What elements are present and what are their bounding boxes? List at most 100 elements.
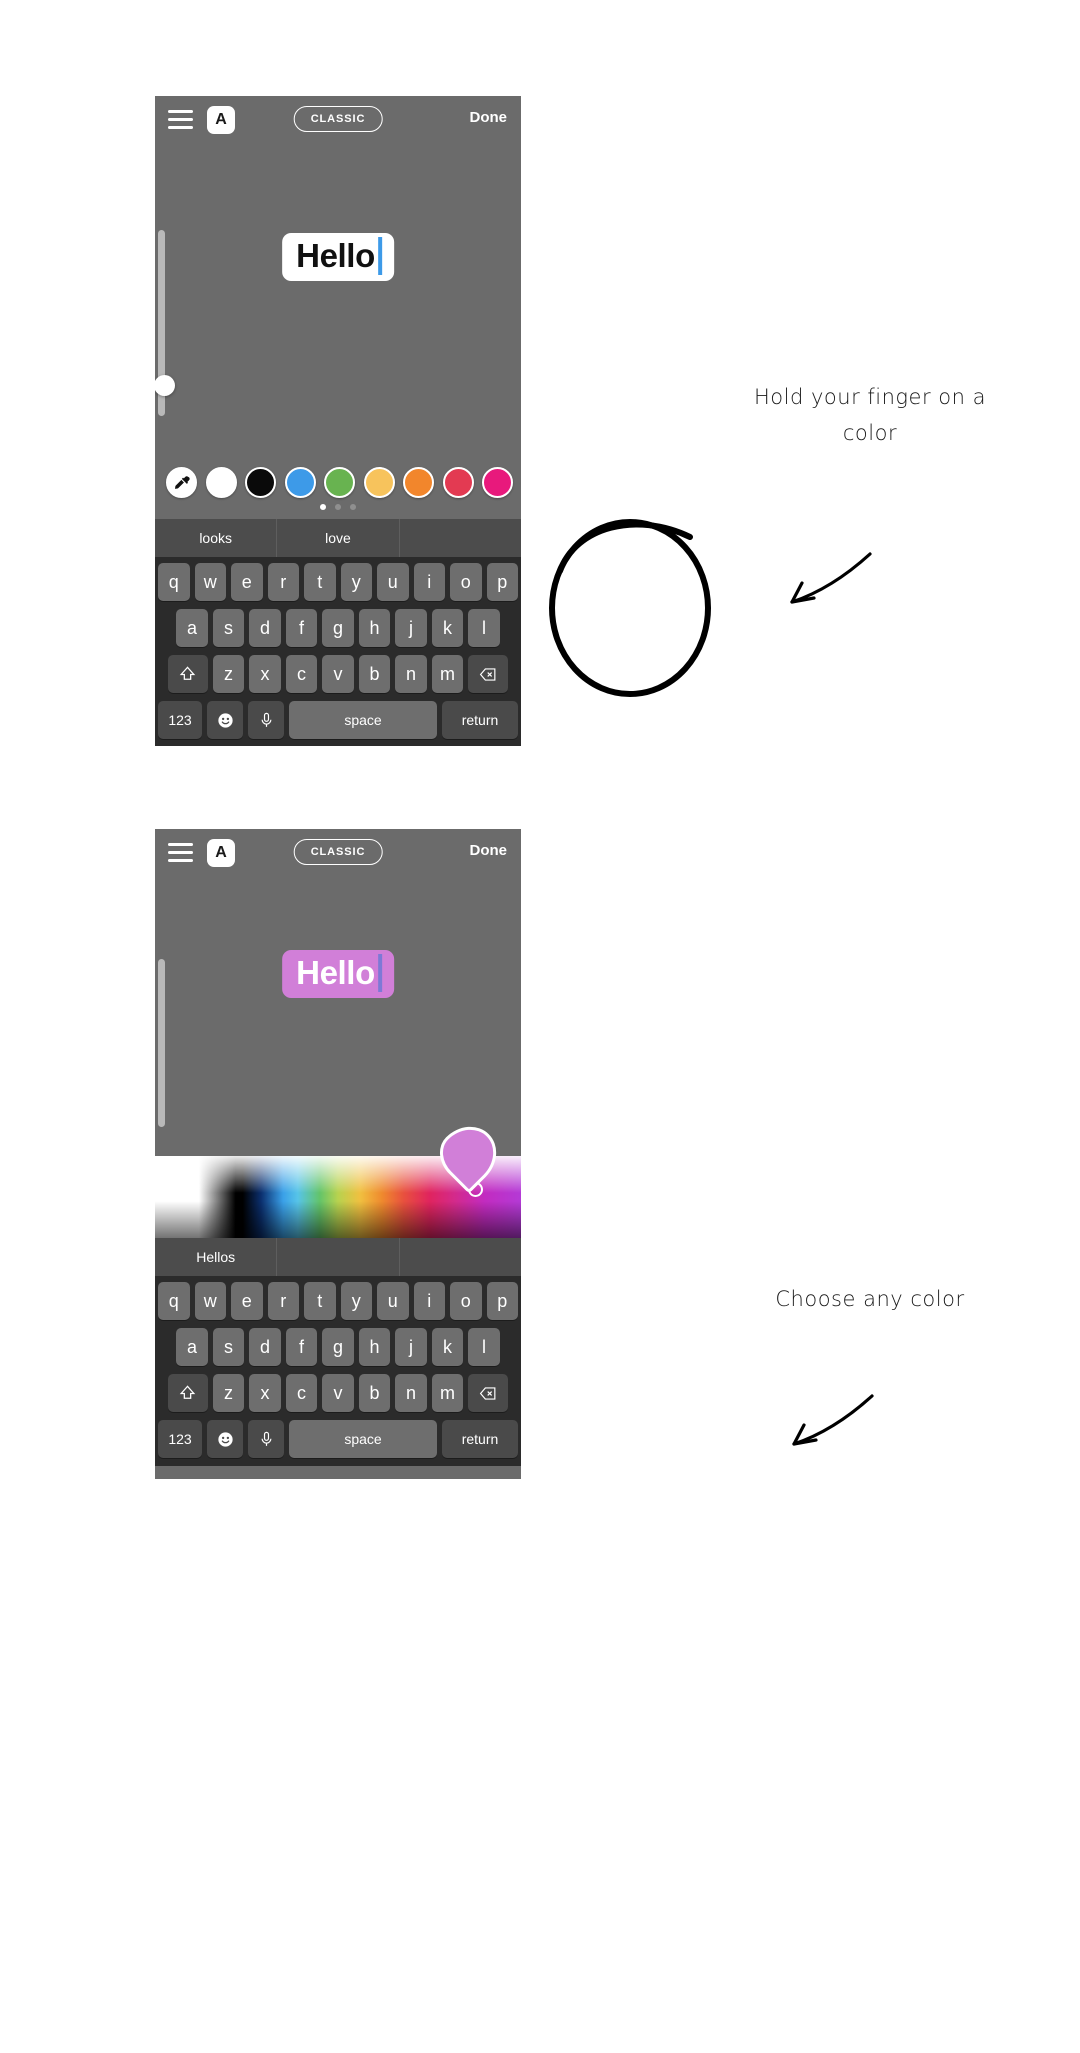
key-k[interactable]: k: [431, 609, 464, 647]
suggestion-item[interactable]: looks: [155, 519, 278, 557]
return-key[interactable]: return: [442, 1420, 518, 1458]
key-z[interactable]: z: [212, 655, 245, 693]
swatch-black[interactable]: [245, 467, 276, 498]
swatch-white[interactable]: [205, 467, 237, 498]
key-f[interactable]: f: [285, 1328, 318, 1366]
key-l[interactable]: l: [468, 1328, 500, 1366]
microphone-icon[interactable]: [248, 1420, 284, 1458]
key-e[interactable]: e: [231, 563, 263, 601]
swatch-yellow[interactable]: [363, 467, 395, 498]
space-key[interactable]: space: [289, 701, 437, 739]
text-style-pill-classic[interactable]: CLASSIC: [293, 839, 383, 865]
suggestion-item[interactable]: [400, 1238, 521, 1276]
swatch-blue[interactable]: [284, 467, 316, 498]
suggestion-item[interactable]: [400, 519, 521, 557]
emoji-icon[interactable]: [207, 701, 243, 739]
numeric-key[interactable]: 123: [158, 1420, 202, 1458]
text-size-slider-knob[interactable]: [155, 375, 175, 396]
swatch-green[interactable]: [324, 467, 355, 498]
page-dot[interactable]: [350, 504, 356, 510]
key-c[interactable]: c: [285, 655, 318, 693]
key-a[interactable]: a: [176, 609, 208, 647]
key-j[interactable]: j: [395, 609, 427, 647]
key-u[interactable]: u: [377, 1282, 409, 1320]
key-v[interactable]: v: [322, 655, 354, 693]
key-r[interactable]: r: [267, 563, 299, 601]
key-g[interactable]: g: [322, 609, 354, 647]
emoji-icon[interactable]: [207, 1420, 243, 1458]
key-w[interactable]: w: [194, 563, 226, 601]
key-o[interactable]: o: [450, 1282, 482, 1320]
key-m[interactable]: m: [431, 655, 464, 693]
eyedropper-icon[interactable]: [166, 467, 197, 498]
numeric-key[interactable]: 123: [158, 701, 202, 739]
story-text-box[interactable]: Hello: [282, 233, 394, 281]
key-i[interactable]: i: [413, 563, 445, 601]
key-z[interactable]: z: [212, 1374, 245, 1412]
key-f[interactable]: f: [285, 609, 318, 647]
key-s[interactable]: s: [212, 1328, 245, 1366]
text-size-slider-track[interactable]: [155, 959, 175, 1213]
suggestion-item[interactable]: [277, 1238, 400, 1276]
key-j[interactable]: j: [395, 1328, 427, 1366]
microphone-icon[interactable]: [248, 701, 284, 739]
backspace-icon[interactable]: [468, 1374, 509, 1412]
key-h[interactable]: h: [358, 609, 391, 647]
hamburger-icon[interactable]: [168, 110, 193, 129]
swatch-red[interactable]: [442, 467, 474, 498]
color-swatch-strip-1[interactable]: [155, 461, 521, 519]
key-h[interactable]: h: [358, 1328, 391, 1366]
key-p[interactable]: p: [486, 1282, 518, 1320]
text-size-slider-track[interactable]: [155, 230, 175, 416]
key-m[interactable]: m: [431, 1374, 464, 1412]
key-v[interactable]: v: [322, 1374, 354, 1412]
done-button[interactable]: Done: [470, 109, 508, 126]
key-k[interactable]: k: [431, 1328, 464, 1366]
key-p[interactable]: p: [486, 563, 518, 601]
key-x[interactable]: x: [249, 1374, 281, 1412]
page-dot[interactable]: [320, 504, 326, 510]
key-y[interactable]: y: [340, 1282, 372, 1320]
story-canvas-2[interactable]: Hello: [155, 877, 521, 1213]
key-x[interactable]: x: [249, 655, 281, 693]
key-b[interactable]: b: [358, 1374, 391, 1412]
key-r[interactable]: r: [267, 1282, 299, 1320]
story-canvas-1[interactable]: Hello: [155, 144, 521, 519]
key-a[interactable]: a: [176, 1328, 208, 1366]
key-n[interactable]: n: [395, 655, 427, 693]
key-c[interactable]: c: [285, 1374, 318, 1412]
return-key[interactable]: return: [442, 701, 518, 739]
page-dot[interactable]: [335, 504, 341, 510]
key-d[interactable]: d: [249, 1328, 281, 1366]
key-w[interactable]: w: [194, 1282, 226, 1320]
font-style-badge[interactable]: A: [207, 106, 235, 134]
key-o[interactable]: o: [450, 563, 482, 601]
key-e[interactable]: e: [231, 1282, 263, 1320]
key-t[interactable]: t: [304, 1282, 336, 1320]
key-b[interactable]: b: [358, 655, 391, 693]
shift-icon[interactable]: [167, 1374, 208, 1412]
suggestion-item[interactable]: Hellos: [155, 1238, 278, 1276]
story-text-box[interactable]: Hello: [282, 950, 394, 998]
key-i[interactable]: i: [413, 1282, 445, 1320]
swatch-orange[interactable]: [403, 467, 434, 498]
hamburger-icon[interactable]: [168, 843, 193, 862]
font-style-badge[interactable]: A: [207, 839, 235, 867]
backspace-icon[interactable]: [468, 655, 509, 693]
key-u[interactable]: u: [377, 563, 409, 601]
key-n[interactable]: n: [395, 1374, 427, 1412]
suggestion-item[interactable]: love: [277, 519, 400, 557]
swatch-pink[interactable]: [482, 467, 513, 498]
shift-icon[interactable]: [167, 655, 208, 693]
key-d[interactable]: d: [249, 609, 281, 647]
done-button[interactable]: Done: [470, 842, 508, 859]
space-key[interactable]: space: [289, 1420, 437, 1458]
key-s[interactable]: s: [212, 609, 245, 647]
key-q[interactable]: q: [158, 1282, 190, 1320]
text-style-pill-classic[interactable]: CLASSIC: [293, 106, 383, 132]
key-l[interactable]: l: [468, 609, 500, 647]
key-y[interactable]: y: [340, 563, 372, 601]
key-t[interactable]: t: [304, 563, 336, 601]
key-g[interactable]: g: [322, 1328, 354, 1366]
key-q[interactable]: q: [158, 563, 190, 601]
